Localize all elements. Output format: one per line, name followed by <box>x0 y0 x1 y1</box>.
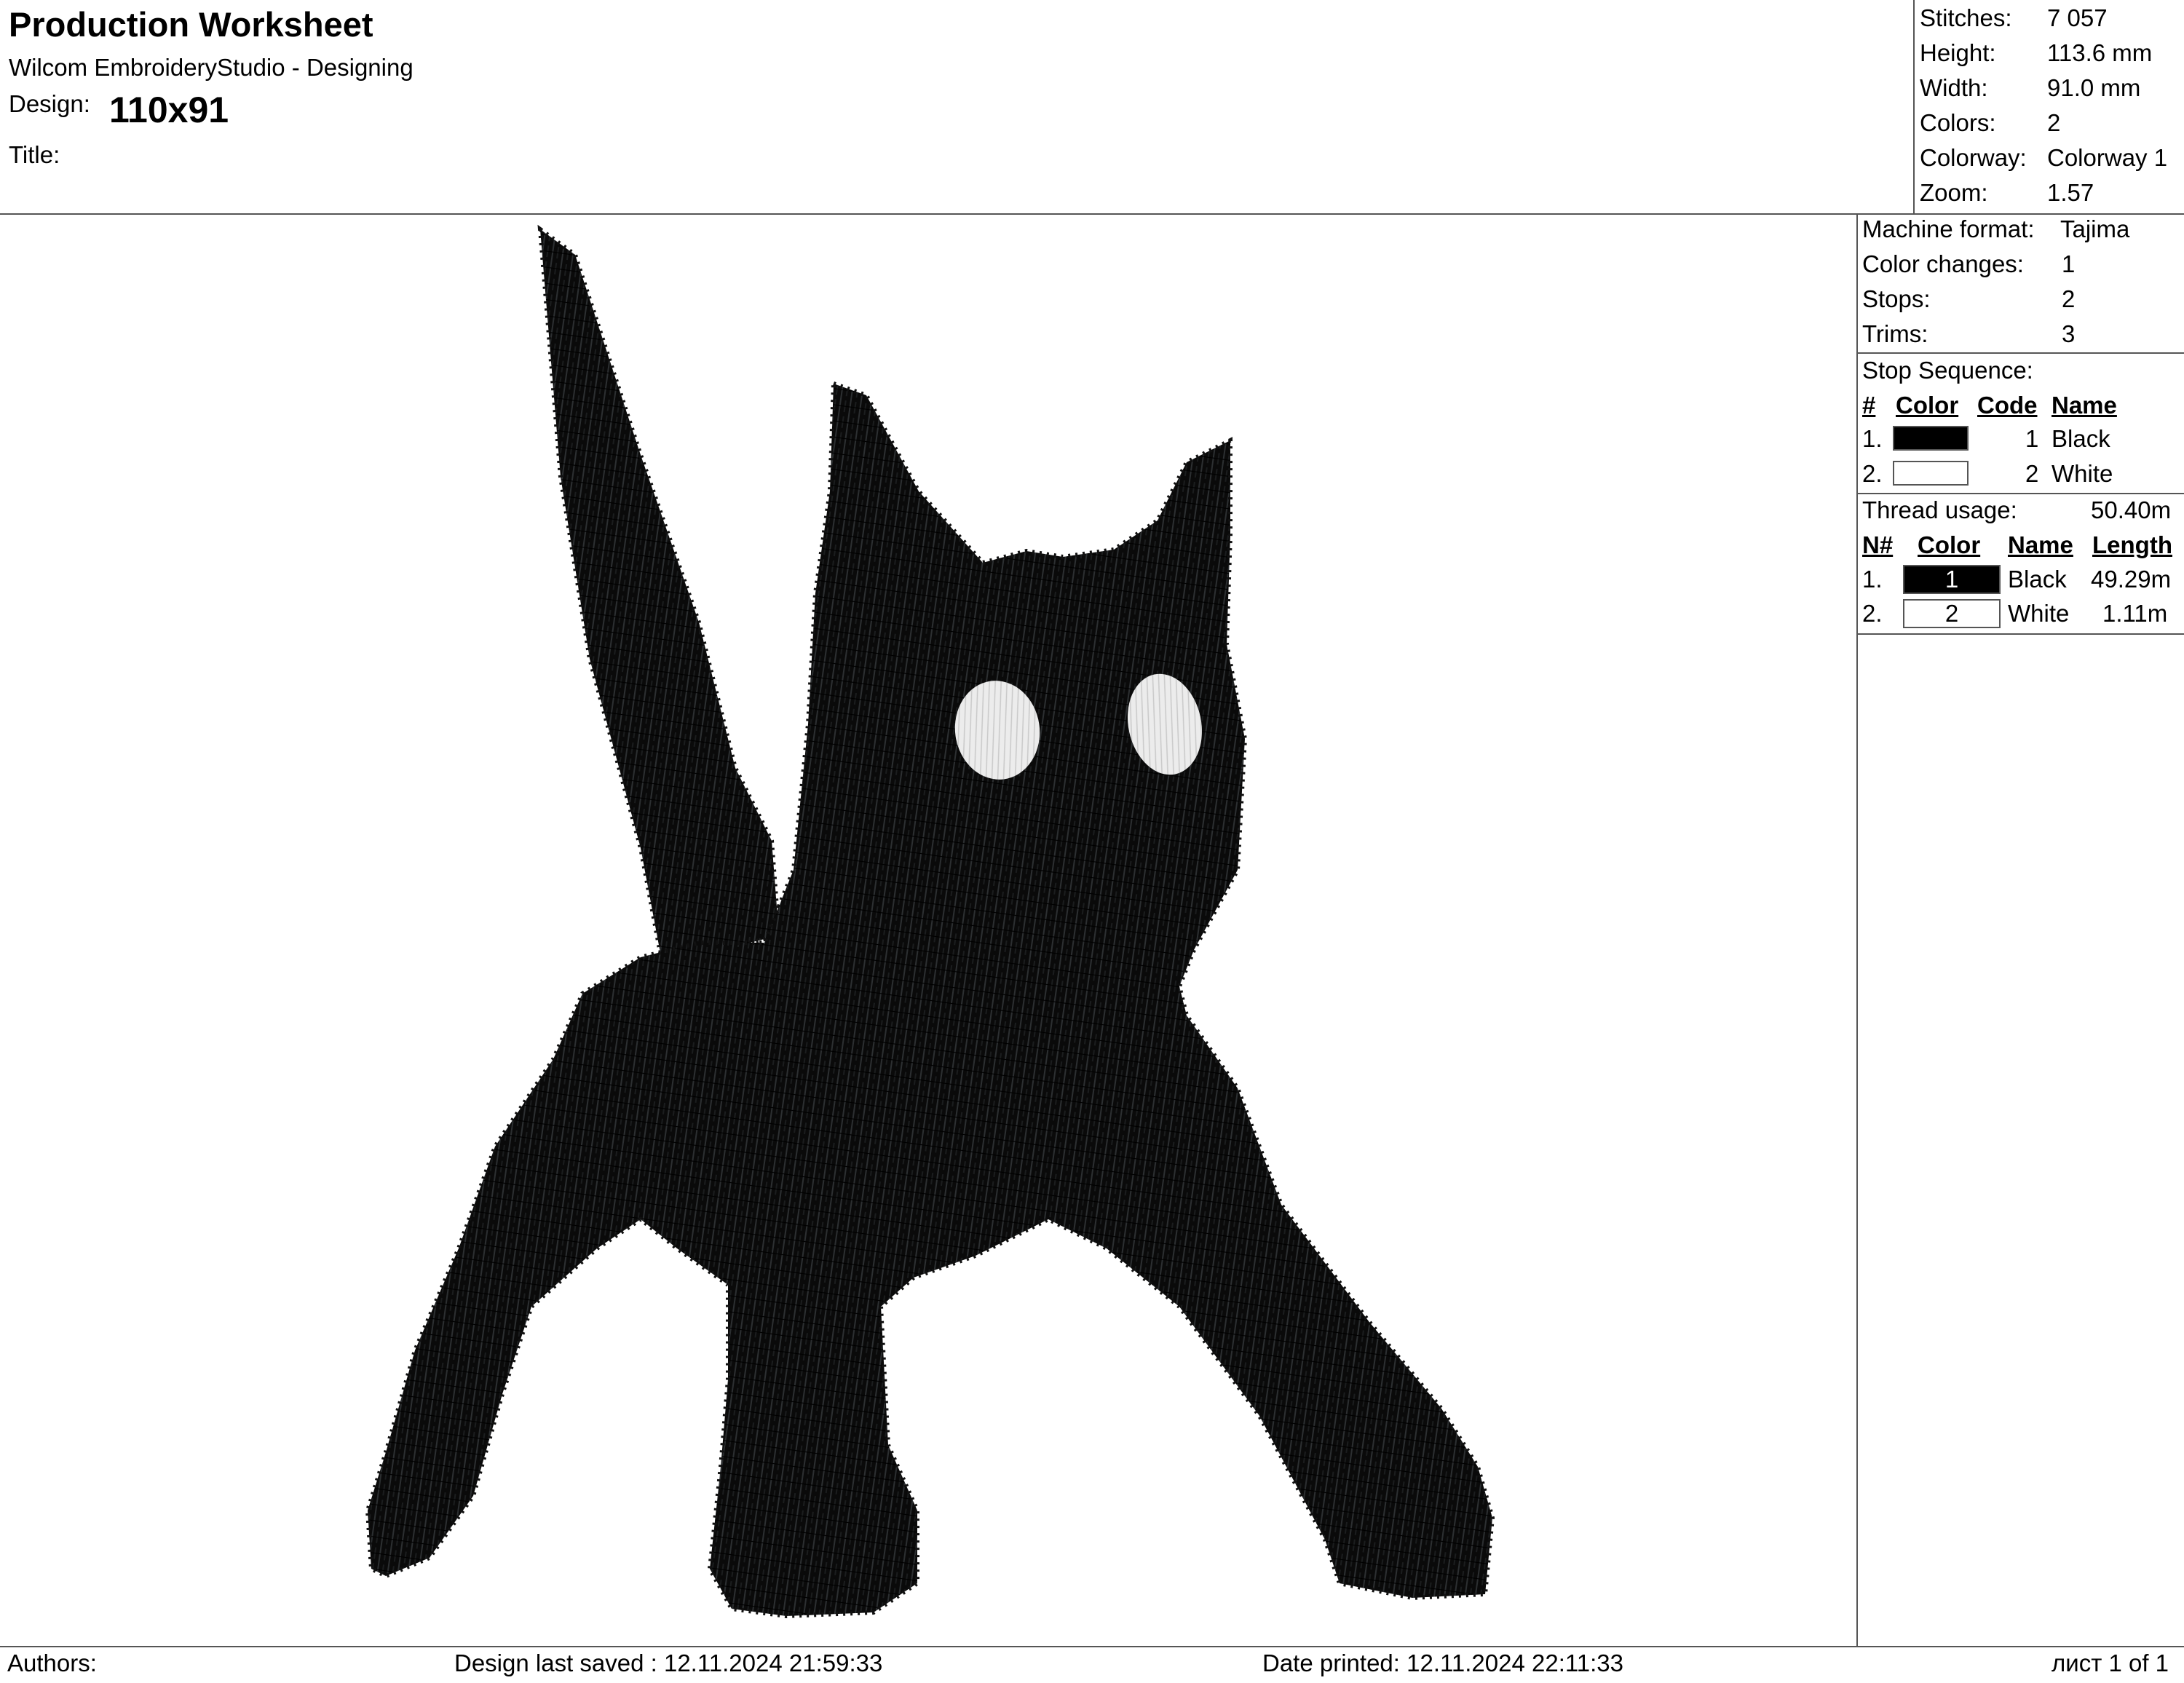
thread-divider <box>1856 633 2184 635</box>
stop-seq-row-index: 1. <box>1862 425 1883 452</box>
cat-tail <box>537 224 782 967</box>
stat-width-value: 91.0 mm <box>2047 74 2141 101</box>
stat-zoom-label: Zoom: <box>1920 179 1988 206</box>
stats-divider <box>1913 0 1915 214</box>
thread-row-index: 2. <box>1862 600 1883 627</box>
stop-seq-row-code: 1 <box>2025 425 2039 452</box>
thread-row-length: 1.11m <box>2102 600 2168 627</box>
machine-format-label: Machine format: <box>1862 215 2035 242</box>
stop-seq-row-code: 2 <box>2025 460 2039 487</box>
thread-header-name: Name <box>2008 531 2073 558</box>
thread-row-name: White <box>2008 600 2070 627</box>
thread-usage-total: 50.40m <box>2091 496 2172 523</box>
stat-colors-value: 2 <box>2047 109 2061 136</box>
footer-page-number: лист 1 of 1 <box>2052 1650 2169 1676</box>
title-label: Title: <box>9 141 60 168</box>
cat-embroidery-image <box>365 224 1495 1619</box>
thread-usage-label: Thread usage: <box>1862 496 2017 523</box>
stop-sequence-title: Stop Sequence: <box>1862 357 2033 384</box>
stat-colors-label: Colors: <box>1920 109 1996 136</box>
page-title: Production Worksheet <box>9 5 373 44</box>
app-name: Wilcom EmbroideryStudio - Designing <box>9 54 414 81</box>
thread-swatch-black: 1 <box>1903 565 2001 594</box>
stat-zoom-value: 1.57 <box>2047 179 2094 206</box>
stat-stitches-label: Stitches: <box>1920 4 2012 31</box>
stop-seq-header-name: Name <box>2052 392 2117 419</box>
thread-row-index: 1. <box>1862 566 1883 593</box>
stat-height-label: Height: <box>1920 39 1996 66</box>
footer-authors: Authors: <box>7 1650 97 1676</box>
sidebar-divider <box>1856 214 1858 1647</box>
thread-row-name: Black <box>2008 566 2067 593</box>
stop-seq-swatch-black <box>1893 426 1969 451</box>
stop-seq-divider <box>1856 493 2184 494</box>
footer-last-saved: Design last saved : 12.11.2024 21:59:33 <box>454 1650 883 1676</box>
machine-divider <box>1856 352 2184 354</box>
thread-header-color: Color <box>1918 531 1981 558</box>
design-label: Design: <box>9 90 90 117</box>
footer-date-printed: Date printed: 12.11.2024 22:11:33 <box>1262 1650 1623 1676</box>
design-value: 110x91 <box>109 90 229 130</box>
machine-format-value: Tajima <box>2060 215 2130 242</box>
stat-colorway-value: Colorway 1 <box>2047 144 2168 171</box>
thread-header-index: N# <box>1862 531 1894 558</box>
thread-header-length: Length <box>2092 531 2172 558</box>
design-preview <box>0 215 1856 1646</box>
stop-seq-row-name: White <box>2052 460 2113 487</box>
trims-value: 3 <box>2062 320 2076 347</box>
stat-height-value: 113.6 mm <box>2047 39 2153 66</box>
color-changes-label: Color changes: <box>1862 250 2024 277</box>
stop-seq-row-name: Black <box>2052 425 2110 452</box>
stops-label: Stops: <box>1862 285 1931 312</box>
stat-width-label: Width: <box>1920 74 1988 101</box>
color-changes-value: 1 <box>2062 250 2076 277</box>
stop-seq-row-index: 2. <box>1862 460 1883 487</box>
thread-row-length: 49.29m <box>2091 566 2172 593</box>
stat-stitches-value: 7 057 <box>2047 4 2108 31</box>
thread-swatch-white: 2 <box>1903 599 2001 628</box>
stop-seq-swatch-white <box>1893 461 1969 486</box>
stops-value: 2 <box>2062 285 2076 312</box>
cat-body <box>365 380 1495 1619</box>
stop-seq-header-color: Color <box>1896 392 1959 419</box>
stop-seq-header-index: # <box>1862 392 1876 419</box>
stop-seq-header-code: Code <box>1977 392 2038 419</box>
trims-label: Trims: <box>1862 320 1928 347</box>
stat-colorway-label: Colorway: <box>1920 144 2027 171</box>
